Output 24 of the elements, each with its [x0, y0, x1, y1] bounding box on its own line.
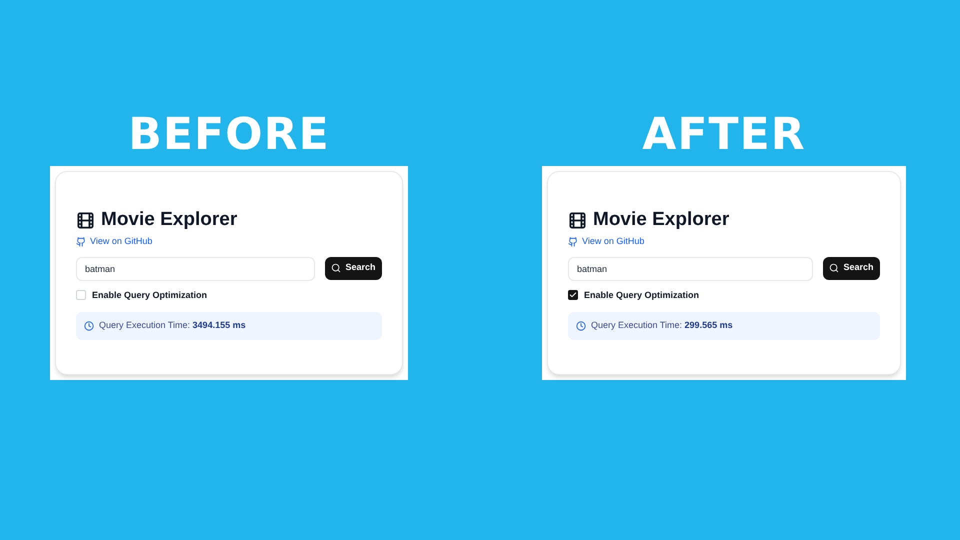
panel-heading: AFTER	[642, 112, 806, 158]
film-icon	[76, 210, 95, 230]
app-title: Movie Explorer	[593, 208, 730, 232]
github-icon	[76, 236, 86, 247]
search-field[interactable]: batman	[568, 256, 813, 280]
search-field[interactable]: batman	[76, 256, 315, 280]
search-button[interactable]: Search	[325, 256, 382, 280]
checkbox-label: Enable Query Optimization	[92, 288, 208, 302]
optimization-checkbox[interactable]	[568, 290, 578, 300]
github-link[interactable]: View on GitHub	[76, 235, 152, 248]
search-icon	[331, 263, 342, 273]
github-link[interactable]: View on GitHub	[568, 235, 644, 248]
clock-icon	[576, 321, 586, 331]
panel-heading: BEFORE	[128, 112, 330, 158]
search-button[interactable]: Search	[823, 256, 880, 280]
timing-text: Query Execution Time: 299.565 ms	[591, 319, 733, 332]
optimization-checkbox[interactable]	[76, 290, 86, 300]
checkbox-label: Enable Query Optimization	[584, 288, 700, 302]
app-title: Movie Explorer	[101, 208, 238, 232]
github-icon	[568, 236, 578, 247]
search-icon	[829, 263, 840, 273]
timing-text: Query Execution Time: 3494.155 ms	[99, 319, 246, 332]
film-icon	[568, 210, 587, 230]
clock-icon	[84, 321, 94, 331]
